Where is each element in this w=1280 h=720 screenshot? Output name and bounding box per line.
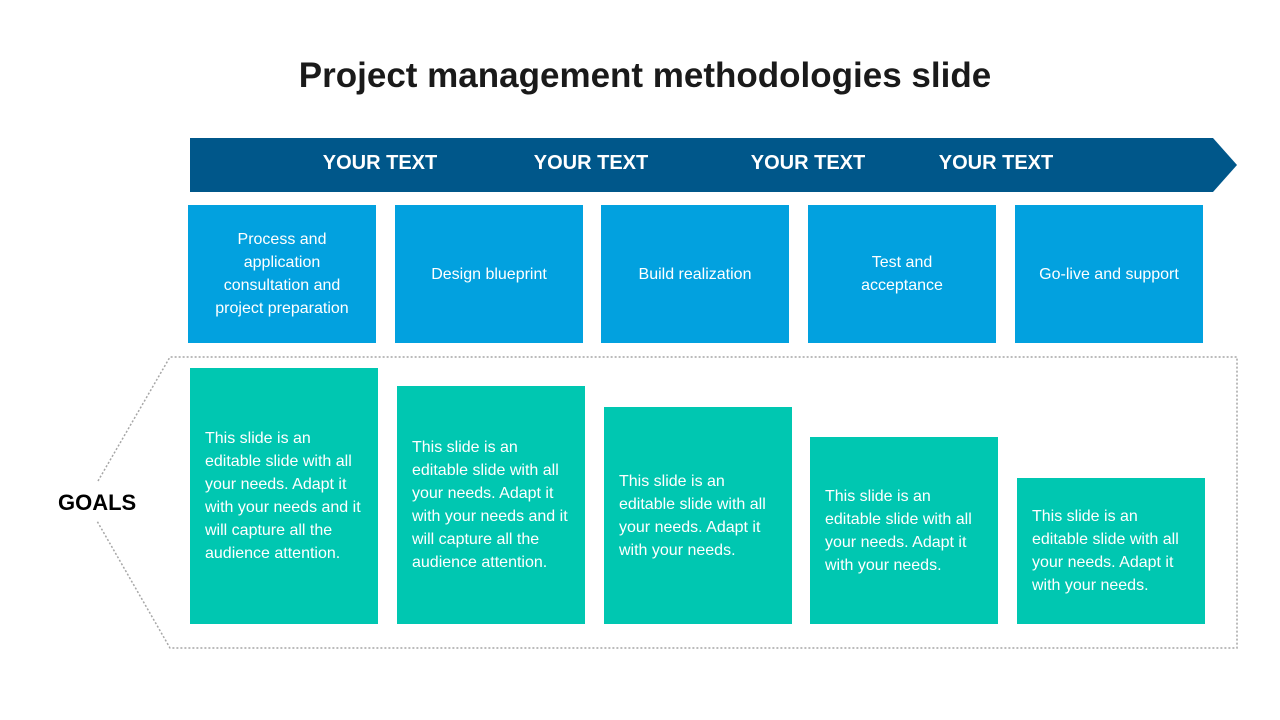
header-label-4: YOUR TEXT	[938, 152, 1054, 174]
slide: Project management methodologies slide Y…	[0, 0, 1280, 720]
phase-box-5: Go-live and support	[1015, 205, 1203, 343]
goals-label: GOALS	[58, 490, 137, 515]
goal-box-2: This slide is an editable slide with all…	[397, 386, 585, 624]
phase-box-1: Process and application consultation and…	[188, 205, 376, 343]
goal-box-4: This slide is an editable slide with all…	[810, 437, 998, 624]
header-label-1: YOUR TEXT	[322, 152, 438, 174]
header-label-3: YOUR TEXT	[750, 152, 866, 174]
phase-box-3: Build realization	[601, 205, 789, 343]
header-label-2: YOUR TEXT	[533, 152, 649, 174]
goal-box-1: This slide is an editable slide with all…	[190, 368, 378, 624]
phase-box-4: Test and acceptance	[808, 205, 996, 343]
goal-box-5: This slide is an editable slide with all…	[1017, 478, 1205, 624]
phase-box-2: Design blueprint	[395, 205, 583, 343]
goal-box-3: This slide is an editable slide with all…	[604, 407, 792, 624]
